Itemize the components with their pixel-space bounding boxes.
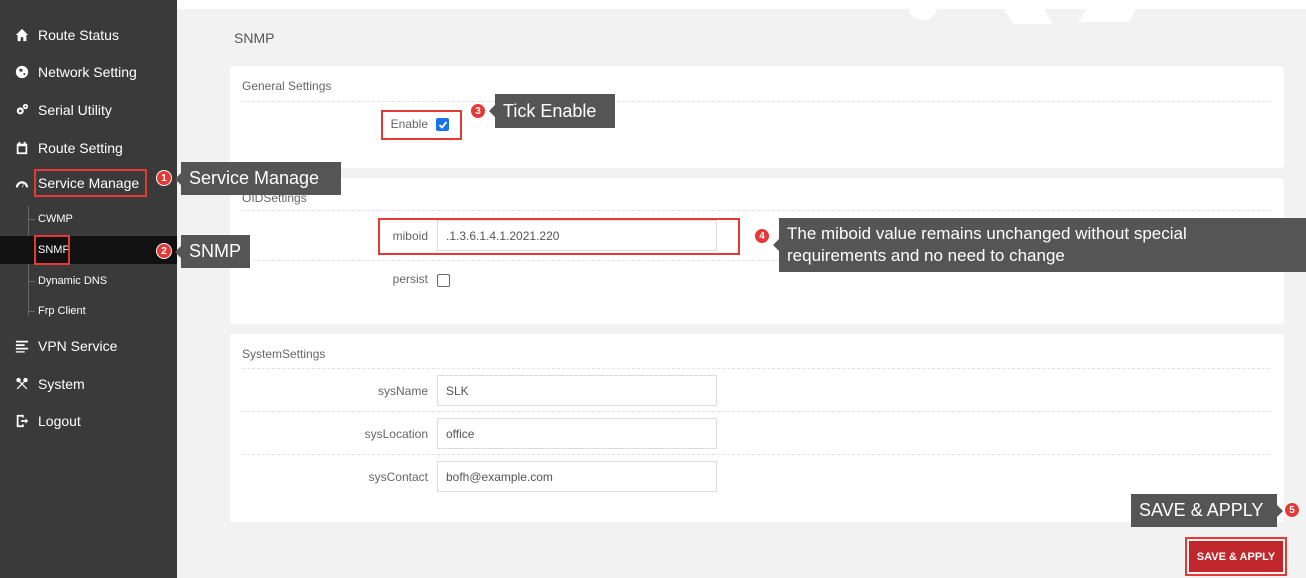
subnav-snmp[interactable]: SNMP [0,236,177,264]
subnav-label: CWMP [38,213,73,225]
subnav-label: Frp Client [38,305,86,317]
logout-icon [14,413,30,429]
subnav-dynamic-dns[interactable]: Dynamic DNS [0,267,177,295]
nav-label: Route Status [38,27,119,43]
subnav-label: Dynamic DNS [38,275,108,287]
globe-icon [14,64,30,80]
callout-tick-enable: Tick Enable [489,94,615,128]
divider [242,368,1270,369]
calendar-icon [14,140,30,156]
nav-route-status[interactable]: Route Status [0,18,177,52]
nav-label: Serial Utility [38,102,112,118]
step-badge: 2 [156,243,172,259]
syslocation-label: sysLocation [364,427,428,441]
tools-icon [14,376,30,392]
nav-network-setting[interactable]: Network Setting [0,55,177,89]
divider [242,454,1270,455]
annotation-box-miboid [378,218,740,255]
sysname-label: sysName [377,384,428,398]
nav-route-setting[interactable]: Route Setting [0,131,177,165]
persist-checkbox[interactable] [437,274,450,287]
divider [242,411,1270,412]
nav-label: Route Setting [38,140,123,156]
callout-line: The miboid value remains unchanged witho… [787,224,1187,243]
dashboard-icon [14,175,30,191]
nav-label: VPN Service [38,338,118,354]
nav-label: System [38,376,85,392]
step-badge: 3 [470,103,486,119]
nav-label: Logout [38,413,81,429]
gears-icon [14,102,30,118]
page-title: SNMP [234,30,275,46]
syslocation-input[interactable] [437,418,717,449]
nav-logout[interactable]: Logout [0,404,177,438]
divider [242,101,1270,102]
annotation-box-snmp [34,235,70,265]
sidebar: Route Status Network Setting Serial Util… [0,0,177,578]
persist-label: persist [392,272,428,286]
step-badge: 4 [754,228,770,244]
nav-serial-utility[interactable]: Serial Utility [0,93,177,127]
step-badge: 5 [1284,502,1300,518]
general-settings-title: General Settings [242,79,332,93]
callout-line: requirements and no need to change [787,246,1065,265]
divider [242,210,1270,211]
subnav-cwmp[interactable]: CWMP [0,205,177,233]
annotation-box-service-manage [34,169,147,197]
nav-system[interactable]: System [0,367,177,401]
callout-miboid: The miboid value remains unchanged witho… [773,218,1306,272]
annotation-box-save [1185,537,1287,576]
annotation-box-enable [381,110,462,140]
system-settings-title: SystemSettings [242,347,326,361]
nav-label: Network Setting [38,64,137,80]
list-icon [14,338,30,354]
callout-service-manage: Service Manage [175,162,341,195]
syscontact-input[interactable] [437,461,717,492]
syscontact-label: sysContact [368,470,428,484]
nav-vpn-service[interactable]: VPN Service [0,329,177,363]
callout-save-apply: SAVE & APPLY [1131,494,1283,527]
callout-snmp: SNMP [175,235,250,268]
step-badge: 1 [156,170,172,186]
home-icon [14,27,30,43]
sysname-input[interactable] [437,375,717,406]
subnav-frp-client[interactable]: Frp Client [0,297,177,325]
